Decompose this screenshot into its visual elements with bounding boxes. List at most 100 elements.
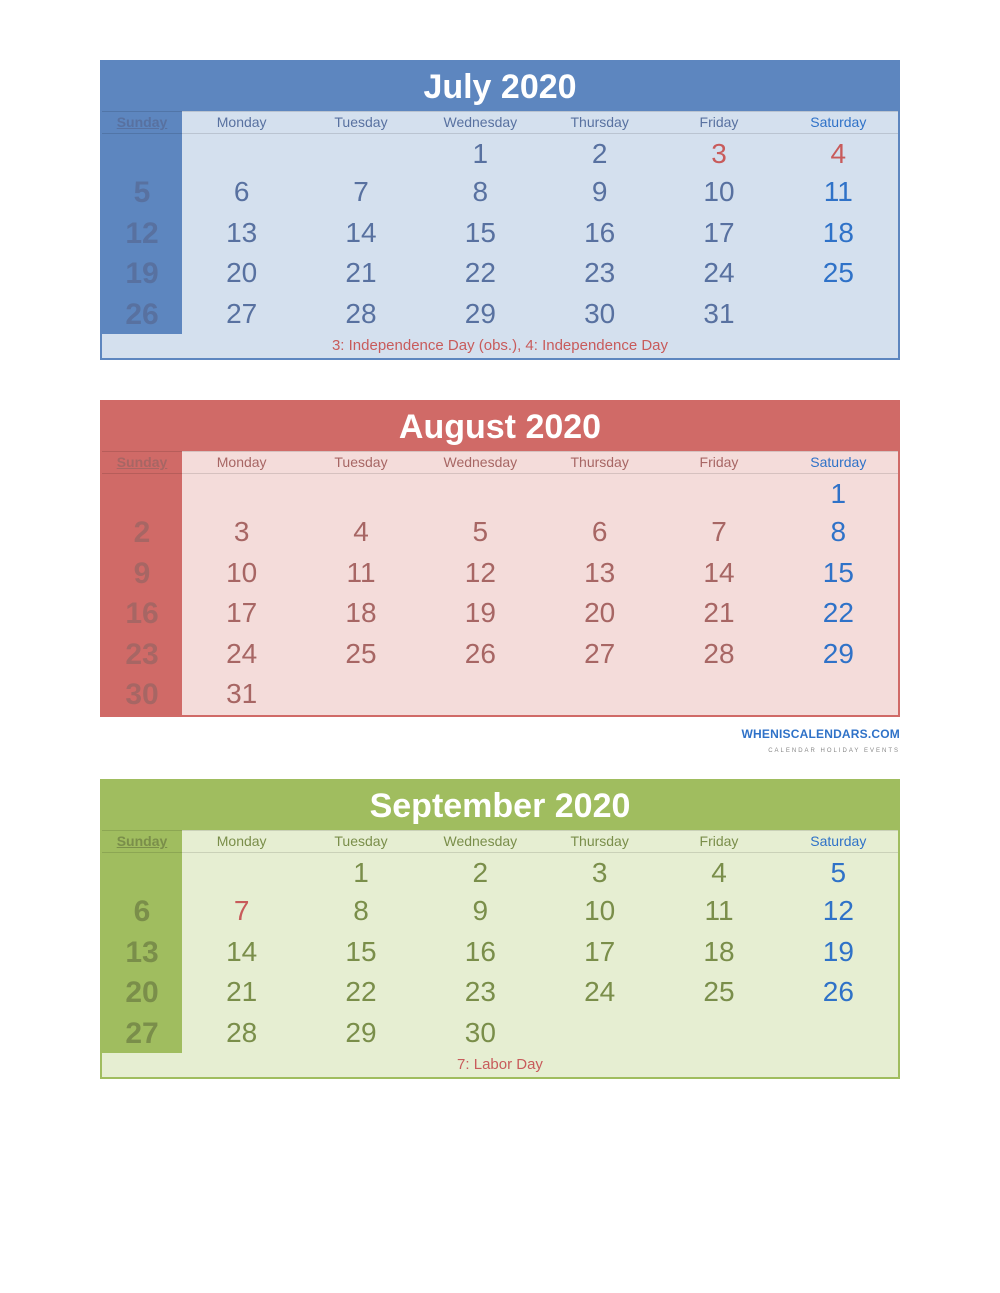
date-cell: 14	[182, 932, 301, 973]
date-cell	[301, 474, 420, 512]
date-cell: 1	[301, 853, 420, 891]
date-cell: 19	[779, 932, 898, 973]
date-cell: 15	[421, 213, 540, 254]
dow-saturday: Saturday	[779, 830, 898, 853]
date-cell: 19	[421, 593, 540, 634]
date-cell: 26	[421, 634, 540, 675]
date-cell: 25	[301, 634, 420, 675]
date-cell: 16	[421, 932, 540, 973]
date-cell: 6	[182, 172, 301, 213]
date-cell: 8	[421, 172, 540, 213]
date-cell: 10	[659, 172, 778, 213]
dates-grid: 1234567891011121314151617181920212223242…	[102, 134, 898, 334]
dow-sunday: Sunday	[102, 830, 182, 853]
date-cell: 11	[779, 172, 898, 213]
date-cell: 27	[182, 294, 301, 335]
date-cell: 23	[540, 253, 659, 294]
date-cell	[779, 674, 898, 715]
calendar-title: July 2020	[102, 62, 898, 111]
date-cell: 18	[659, 932, 778, 973]
date-cell: 5	[102, 172, 182, 213]
date-cell: 4	[301, 512, 420, 553]
date-cell: 8	[301, 891, 420, 932]
date-cell: 15	[779, 553, 898, 594]
date-cell: 20	[182, 253, 301, 294]
date-cell	[540, 674, 659, 715]
holidays-row: 3: Independence Day (obs.), 4: Independe…	[102, 334, 898, 358]
date-cell: 24	[540, 972, 659, 1013]
date-cell: 13	[182, 213, 301, 254]
date-cell: 6	[540, 512, 659, 553]
date-cell: 5	[421, 512, 540, 553]
dow-tuesday: Tuesday	[301, 830, 420, 853]
dow-row: Sunday Monday Tuesday Wednesday Thursday…	[102, 111, 898, 134]
date-cell	[779, 294, 898, 335]
date-cell	[779, 1013, 898, 1054]
calendar-september: September 2020 Sunday Monday Tuesday Wed…	[100, 779, 900, 1079]
date-cell: 30	[421, 1013, 540, 1054]
date-cell: 21	[659, 593, 778, 634]
dow-row: Sunday Monday Tuesday Wednesday Thursday…	[102, 451, 898, 474]
date-cell: 23	[102, 634, 182, 675]
date-cell: 12	[102, 213, 182, 254]
date-cell: 7	[182, 891, 301, 932]
date-cell	[102, 474, 182, 512]
date-cell: 29	[421, 294, 540, 335]
date-cell: 29	[779, 634, 898, 675]
dow-monday: Monday	[182, 830, 301, 853]
date-cell	[102, 853, 182, 891]
dow-sunday: Sunday	[102, 111, 182, 134]
dow-wednesday: Wednesday	[421, 830, 540, 853]
dow-saturday: Saturday	[779, 111, 898, 134]
date-cell: 6	[102, 891, 182, 932]
date-cell: 7	[659, 512, 778, 553]
date-cell: 10	[540, 891, 659, 932]
date-cell: 31	[182, 674, 301, 715]
date-cell: 17	[182, 593, 301, 634]
date-cell	[301, 674, 420, 715]
date-cell: 15	[301, 932, 420, 973]
date-cell: 12	[779, 891, 898, 932]
date-cell: 5	[779, 853, 898, 891]
date-cell: 16	[540, 213, 659, 254]
date-cell: 8	[779, 512, 898, 553]
date-cell: 11	[301, 553, 420, 594]
date-cell: 2	[421, 853, 540, 891]
date-cell	[659, 1013, 778, 1054]
date-cell: 24	[659, 253, 778, 294]
dates-grid: 1234567891011121314151617181920212223242…	[102, 853, 898, 1053]
date-cell: 19	[102, 253, 182, 294]
date-cell	[102, 134, 182, 172]
dow-thursday: Thursday	[540, 111, 659, 134]
date-cell: 9	[102, 553, 182, 594]
date-cell: 21	[182, 972, 301, 1013]
date-cell: 4	[659, 853, 778, 891]
date-cell: 27	[540, 634, 659, 675]
date-cell: 27	[102, 1013, 182, 1054]
date-cell: 20	[540, 593, 659, 634]
date-cell: 25	[659, 972, 778, 1013]
date-cell	[540, 474, 659, 512]
date-cell: 23	[421, 972, 540, 1013]
date-cell: 14	[659, 553, 778, 594]
date-cell	[421, 474, 540, 512]
date-cell: 20	[102, 972, 182, 1013]
date-cell: 18	[779, 213, 898, 254]
date-cell: 24	[182, 634, 301, 675]
calendar-august: August 2020 Sunday Monday Tuesday Wednes…	[100, 400, 900, 717]
date-cell: 1	[779, 474, 898, 512]
dates-grid: 1234567891011121314151617181920212223242…	[102, 474, 898, 715]
date-cell: 2	[540, 134, 659, 172]
date-cell: 31	[659, 294, 778, 335]
date-cell: 9	[421, 891, 540, 932]
date-cell	[182, 853, 301, 891]
date-cell: 13	[102, 932, 182, 973]
dow-friday: Friday	[659, 830, 778, 853]
date-cell: 3	[182, 512, 301, 553]
watermark: WHENISCALENDARS.COM CALENDAR HOLIDAY EVE…	[100, 727, 900, 755]
dow-thursday: Thursday	[540, 451, 659, 474]
date-cell	[182, 134, 301, 172]
dow-wednesday: Wednesday	[421, 451, 540, 474]
date-cell: 17	[659, 213, 778, 254]
date-cell: 22	[301, 972, 420, 1013]
